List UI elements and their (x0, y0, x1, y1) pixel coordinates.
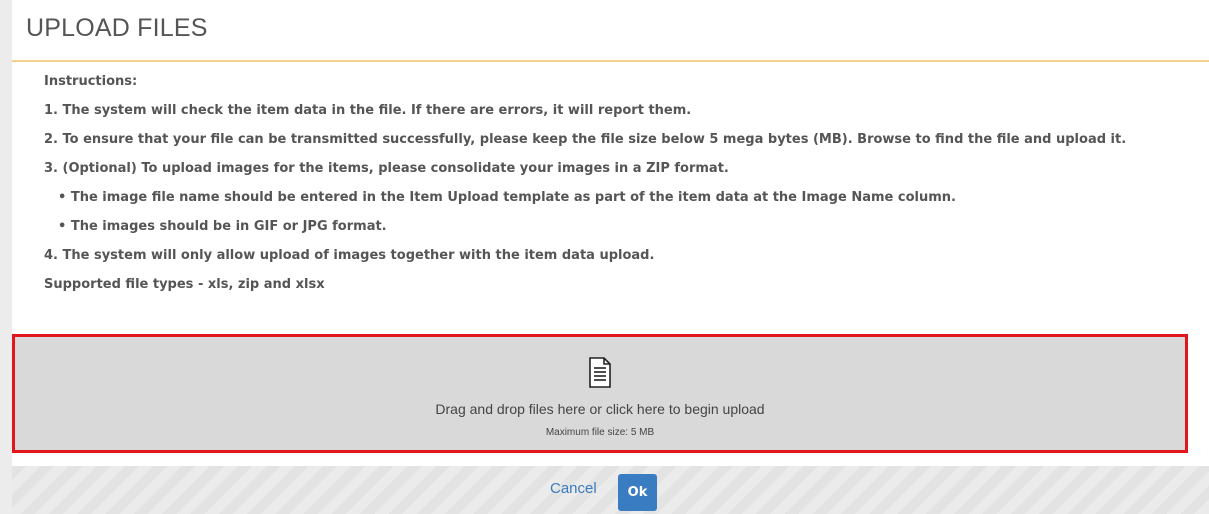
instruction-item: 1. The system will check the item data i… (44, 103, 692, 118)
dialog-footer: Cancel Ok (12, 466, 1209, 514)
file-dropzone[interactable]: Drag and drop files here or click here t… (12, 334, 1188, 453)
cancel-button[interactable]: Cancel (550, 480, 597, 497)
supported-file-types: Supported file types - xls, zip and xlsx (44, 277, 325, 292)
instruction-item: 2. To ensure that your file can be trans… (44, 132, 1127, 147)
dropzone-instruction: Drag and drop files here or click here t… (435, 401, 765, 417)
instructions-panel: Instructions: 1. The system will check t… (44, 74, 1204, 306)
instruction-bullet: • The image file name should be entered … (58, 190, 956, 205)
ok-button[interactable]: Ok (618, 474, 657, 511)
instruction-bullet: • The images should be in GIF or JPG for… (58, 219, 387, 234)
document-icon (589, 357, 611, 388)
instruction-item: 4. The system will only allow upload of … (44, 248, 655, 263)
dialog-header: UPLOAD FILES (12, 0, 1209, 62)
max-file-size-note: Maximum file size: 5 MB (545, 427, 655, 438)
instructions-heading: Instructions: (44, 74, 138, 89)
instruction-item: 3. (Optional) To upload images for the i… (44, 161, 729, 176)
dialog-title: UPLOAD FILES (26, 14, 208, 42)
